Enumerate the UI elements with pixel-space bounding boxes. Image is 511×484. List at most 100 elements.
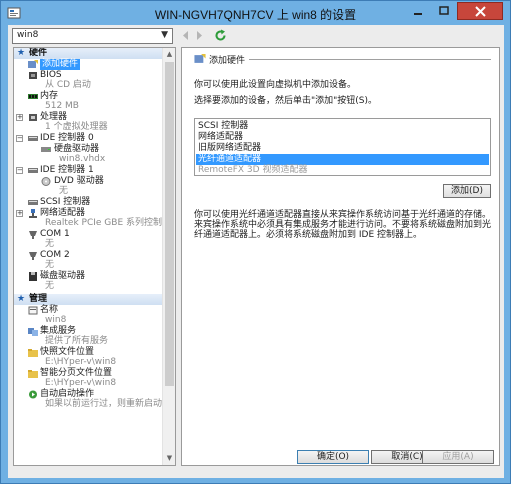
device-option-scsi[interactable]: SCSI 控制器 xyxy=(196,121,489,132)
device-listbox[interactable]: SCSI 控制器 网络适配器 旧版网络适配器 光纤通道适配器 RemoteFX … xyxy=(194,118,491,176)
scroll-down-icon[interactable]: ▼ xyxy=(163,452,175,465)
settings-tree: ★ 硬件 添加硬件 BIOS 从 CD 启动 内存 512 MB + 处理器 1… xyxy=(13,47,176,466)
sidebar-item-name[interactable]: 名称 win8 xyxy=(14,305,162,325)
device-description: 你可以使用光纤通道适配器直接从来宾操作系统访问基于光纤通道的存储。来宾操作系统中… xyxy=(194,210,492,240)
sidebar-item-label: IDE 控制器 1 xyxy=(40,165,94,175)
section-hardware-label: 硬件 xyxy=(29,48,48,58)
expand-icon[interactable]: + xyxy=(16,114,23,121)
sidebar-item-processor[interactable]: + 处理器 1 个虚拟处理器 xyxy=(14,112,162,132)
add-hardware-icon xyxy=(194,54,206,63)
add-hardware-icon xyxy=(28,60,38,68)
close-icon xyxy=(475,6,486,17)
ide-controller-icon xyxy=(28,168,38,173)
floppy-disk-icon xyxy=(29,272,37,281)
com-port-icon xyxy=(29,231,37,239)
client-area: win8 ▼ ★ 硬件 添加硬件 BIOS 从 CD 启动 内存 512 MB … xyxy=(8,25,504,478)
sidebar-item-bios[interactable]: BIOS 从 CD 启动 xyxy=(14,70,162,90)
sidebar-item-detail: 如果以前运行过，则重新启动 xyxy=(45,399,163,409)
sidebar-item-ide-controller-1[interactable]: − IDE 控制器 1 xyxy=(14,165,162,176)
star-icon: ★ xyxy=(17,48,26,58)
settings-window: WIN-NGVH7QNH7CV 上 win8 的设置 win8 ▼ ★ 硬件 添… xyxy=(0,0,511,484)
sidebar-item-detail: 无 xyxy=(45,239,55,249)
sidebar-item-detail: E:\HYper-v\win8 xyxy=(45,357,117,367)
scrollbar-thumb[interactable] xyxy=(165,62,174,386)
back-arrow-icon[interactable] xyxy=(179,29,192,42)
apply-button[interactable]: 应用(A) xyxy=(422,450,494,464)
sidebar-item-dvd-drive[interactable]: DVD 驱动器 无 xyxy=(14,176,162,196)
sidebar-item-floppy-drive[interactable]: 磁盘驱动器 无 xyxy=(14,271,162,291)
expand-icon[interactable]: + xyxy=(16,210,23,217)
select-prompt: 选择要添加的设备，然后单击"添加"按钮(S)。 xyxy=(194,96,378,106)
sidebar-item-detail: 提供了所有服务 xyxy=(45,336,109,346)
title-bar[interactable]: WIN-NGVH7QNH7CV 上 win8 的设置 xyxy=(1,1,510,25)
sidebar-item-detail: 512 MB xyxy=(45,101,79,111)
section-management[interactable]: ★ 管理 xyxy=(14,294,162,305)
section-hardware[interactable]: ★ 硬件 xyxy=(14,48,162,59)
sidebar-item-com1[interactable]: COM 1 无 xyxy=(14,229,162,249)
sidebar-item-detail: win8.vhdx xyxy=(59,154,106,164)
bios-chip-icon xyxy=(29,72,37,79)
collapse-icon[interactable]: − xyxy=(16,135,23,142)
section-management-label: 管理 xyxy=(29,294,48,304)
sidebar-item-memory[interactable]: 内存 512 MB xyxy=(14,91,162,111)
vm-selector-value: win8 xyxy=(17,30,39,40)
sidebar-item-paging-file-location[interactable]: 智能分页文件位置 E:\HYper-v\win8 xyxy=(14,368,162,388)
maximize-button[interactable] xyxy=(431,2,457,20)
integration-services-icon xyxy=(28,328,38,336)
sidebar-item-snapshot-location[interactable]: 快照文件位置 E:\HYper-v\win8 xyxy=(14,347,162,367)
panel-heading: 添加硬件 xyxy=(209,56,246,66)
sidebar-item-hard-drive[interactable]: 硬盘驱动器 win8.vhdx xyxy=(14,144,162,164)
close-button[interactable] xyxy=(457,2,503,20)
intro-text: 你可以使用此设置向虚拟机中添加设备。 xyxy=(194,80,357,90)
sidebar-item-label: IDE 控制器 0 xyxy=(40,133,94,143)
sidebar-item-add-hardware[interactable]: 添加硬件 xyxy=(14,59,162,70)
paging-file-folder-icon xyxy=(28,370,38,378)
sidebar-item-automatic-start[interactable]: 自动启动操作 如果以前运行过，则重新启动 xyxy=(14,389,162,409)
add-button[interactable]: 添加(D) xyxy=(443,184,491,198)
hard-drive-icon xyxy=(41,147,51,152)
heading-divider xyxy=(249,59,491,60)
sidebar-item-ide-controller-0[interactable]: − IDE 控制器 0 xyxy=(14,133,162,144)
memory-icon xyxy=(28,94,38,99)
vm-selector-dropdown[interactable]: win8 ▼ xyxy=(12,28,173,44)
device-option-remotefx-3d-adapter: RemoteFX 3D 视频适配器 xyxy=(198,165,308,175)
sidebar-item-label: 添加硬件 xyxy=(40,59,81,70)
sidebar-item-detail: 无 xyxy=(45,260,55,270)
minimize-button[interactable] xyxy=(405,2,431,20)
device-option-fibre-channel-adapter[interactable]: 光纤通道适配器 xyxy=(196,154,489,165)
forward-arrow-icon[interactable] xyxy=(193,29,206,42)
com-port-icon xyxy=(29,252,37,260)
processor-icon xyxy=(29,114,37,121)
maximize-icon xyxy=(439,6,449,15)
chevron-down-icon: ▼ xyxy=(161,30,168,40)
ok-button[interactable]: 确定(O) xyxy=(297,450,369,464)
ide-controller-icon xyxy=(28,136,38,141)
sidebar-item-detail: 从 CD 启动 xyxy=(45,80,91,90)
sidebar-item-com2[interactable]: COM 2 无 xyxy=(14,250,162,270)
snapshot-folder-icon xyxy=(28,349,38,357)
sidebar-item-label: SCSI 控制器 xyxy=(40,197,91,207)
sidebar-item-integration-services[interactable]: 集成服务 提供了所有服务 xyxy=(14,326,162,346)
scroll-up-icon[interactable]: ▲ xyxy=(163,48,175,61)
add-hardware-panel: 添加硬件 你可以使用此设置向虚拟机中添加设备。 选择要添加的设备，然后单击"添加… xyxy=(181,47,500,466)
device-option-network-adapter[interactable]: 网络适配器 xyxy=(196,132,489,143)
sidebar-item-detail: win8 xyxy=(45,315,67,325)
sidebar-item-scsi-controller[interactable]: SCSI 控制器 xyxy=(14,197,162,208)
device-option-legacy-network-adapter[interactable]: 旧版网络适配器 xyxy=(196,143,489,154)
sidebar-item-detail: 无 xyxy=(59,186,69,196)
network-adapter-icon xyxy=(29,209,37,218)
auto-start-icon xyxy=(29,390,37,399)
dvd-drive-icon xyxy=(41,177,51,186)
sidebar-item-network-adapter[interactable]: + 网络适配器 Realtek PCIe GBE 系列控制器 ... xyxy=(14,208,175,228)
minimize-icon xyxy=(414,13,422,15)
sidebar-item-detail: 1 个虚拟处理器 xyxy=(45,122,108,132)
sidebar-item-detail: Realtek PCIe GBE 系列控制器 ... xyxy=(45,218,176,228)
refresh-icon[interactable] xyxy=(214,29,227,42)
sidebar-item-detail: E:\HYper-v\win8 xyxy=(45,378,117,388)
tree-scrollbar[interactable]: ▲ ▼ xyxy=(162,48,175,465)
sidebar-item-detail: 无 xyxy=(45,281,55,291)
tree-content: ★ 硬件 添加硬件 BIOS 从 CD 启动 内存 512 MB + 处理器 1… xyxy=(14,48,175,465)
star-icon: ★ xyxy=(17,294,26,304)
collapse-icon[interactable]: − xyxy=(16,167,23,174)
name-tag-icon xyxy=(28,306,38,315)
